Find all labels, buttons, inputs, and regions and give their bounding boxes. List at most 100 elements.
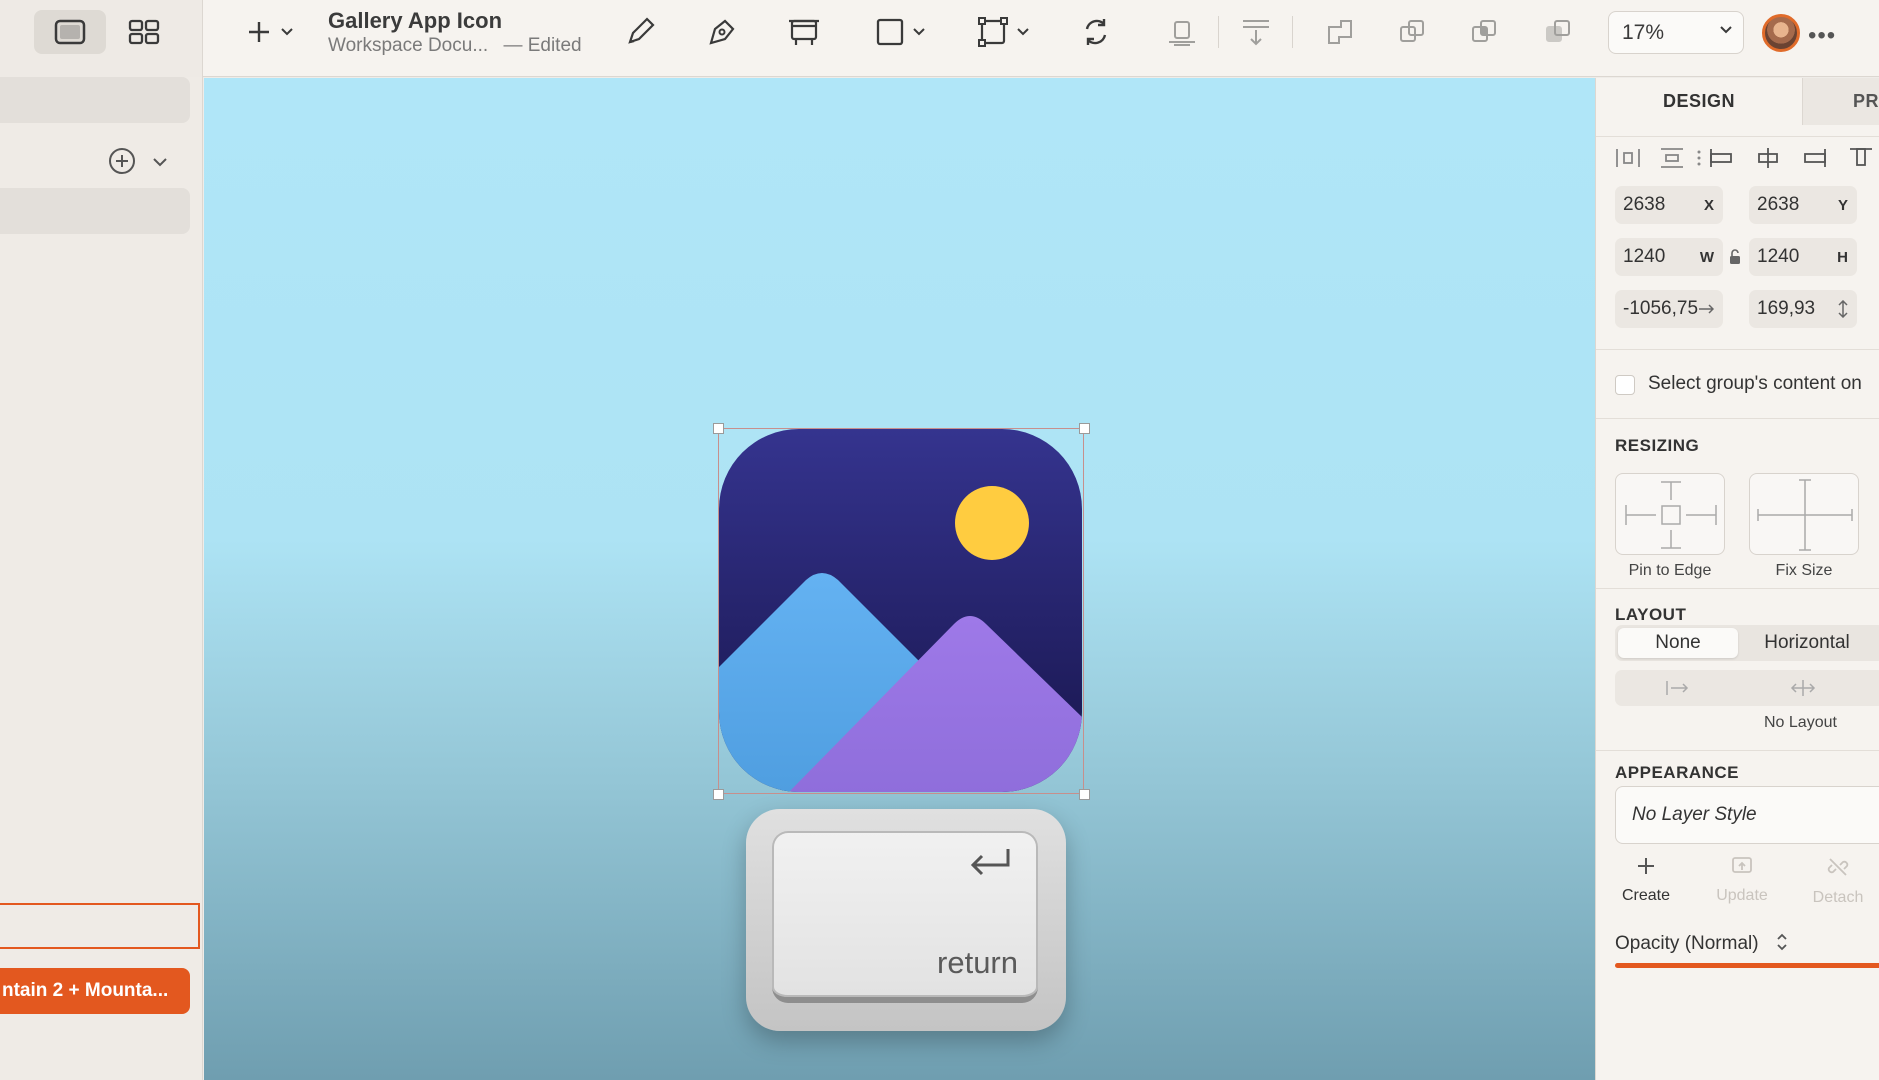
layer-style-select[interactable]: No Layer Style [1615,786,1879,844]
create-label: Create [1621,887,1671,904]
pin-edges-icon [1616,474,1724,556]
align-center-icon[interactable] [1755,147,1781,169]
zoom-select[interactable]: 17% [1608,11,1744,54]
fix-size-control[interactable] [1749,473,1859,555]
resize-handle-bottom-right[interactable] [1079,789,1090,800]
y-position-field[interactable]: 2638 Y [1749,186,1857,224]
union-button[interactable] [1318,12,1362,52]
select-group-content-checkbox[interactable] [1615,375,1635,395]
align-left-icon[interactable] [1708,147,1734,169]
insert-button[interactable] [240,12,300,52]
more-options-icon[interactable]: ••• [1808,22,1836,50]
spacing-start-icon[interactable] [1665,679,1691,697]
update-label: Update [1716,887,1768,904]
transform-tool-button[interactable] [973,12,1035,52]
up-down-chevron-icon [1776,933,1788,951]
tab-design[interactable]: DESIGN [1596,78,1802,125]
align-bottom-icon [1166,16,1198,48]
rotate-icon [1080,16,1112,48]
layout-mode-segmented: None Horizontal [1615,625,1879,661]
document-status: — Edited [503,35,582,56]
create-style-button[interactable]: Create [1606,856,1686,905]
subtract-button[interactable] [1390,12,1434,52]
user-avatar[interactable] [1762,14,1800,52]
resize-handle-top-right[interactable] [1079,423,1090,434]
rotate-button[interactable] [1074,12,1118,52]
intersect-button[interactable] [1462,12,1506,52]
resize-handle-top-left[interactable] [713,423,724,434]
chevron-down-icon [280,27,294,37]
return-key-label: return [937,945,1018,980]
top-toolbar: Gallery App Icon Workspace Docu... — Edi… [0,0,1879,77]
more-align-icon[interactable] [1696,147,1702,169]
width-field[interactable]: 1240 W [1615,238,1723,276]
height-field[interactable]: 1240 H [1749,238,1857,276]
layer-row-selected[interactable]: ntain 2 + Mounta... [0,968,190,1014]
layers-sidebar: ntain 2 + Mounta... [0,77,203,1080]
pencil-tool-button[interactable] [618,12,662,52]
return-arrow-icon [966,845,1014,885]
layout-section-title: LAYOUT [1615,605,1687,624]
difference-icon [1542,16,1574,48]
difference-button[interactable] [1536,12,1580,52]
divider [1596,588,1879,589]
artboard-tool-button[interactable] [782,12,826,52]
fix-size-icon [1750,474,1858,556]
lock-aspect-icon[interactable] [1728,248,1742,266]
pencil-icon [624,16,656,48]
toolbar-divider [1292,16,1293,48]
layout-none-option[interactable]: None [1618,628,1738,658]
resizing-section-title: RESIZING [1615,436,1700,455]
horizontal-arrows-icon [1698,304,1714,314]
h-value: 1240 [1757,246,1800,267]
sidebar-search-field[interactable] [0,77,190,123]
document-title[interactable]: Gallery App Icon [328,8,502,34]
canvas-view-button[interactable] [34,10,106,54]
grid-view-button[interactable] [108,10,180,54]
tab-prototype[interactable]: PR [1802,78,1879,125]
update-style-button[interactable]: Update [1702,856,1782,905]
divider [1596,349,1879,350]
offset-v-value: 169,93 [1757,298,1816,319]
pin-to-edge-control[interactable] [1615,473,1725,555]
design-canvas[interactable]: return [204,78,1595,1080]
pages-collapse-button[interactable] [152,157,168,168]
y-unit: Y [1837,196,1848,214]
shape-tool-button[interactable] [870,12,932,52]
offset-h-value: -1056,75 [1623,298,1699,319]
opacity-slider[interactable] [1615,963,1879,968]
resize-handle-bottom-left[interactable] [713,789,724,800]
canvas-view-icon [54,19,86,45]
chevron-down-icon [912,27,926,37]
w-value: 1240 [1623,246,1666,267]
h-unit: H [1837,248,1848,266]
plus-icon [1636,856,1656,876]
w-unit: W [1699,248,1714,266]
align-bottom-button[interactable] [1160,12,1204,52]
zoom-value: 17% [1622,20,1665,44]
align-right-icon[interactable] [1802,147,1828,169]
layer-row-hovered[interactable] [0,903,200,949]
x-value: 2638 [1623,194,1666,215]
distribute-icon [1240,16,1272,48]
chevron-down-icon [1719,25,1733,35]
layout-horizontal-option[interactable]: Horizontal [1742,628,1872,658]
vertical-offset-field[interactable]: 169,93 [1749,290,1857,328]
distribute-vertical-icon[interactable] [1659,147,1685,169]
opacity-blend-select[interactable]: Opacity (Normal) [1615,933,1788,955]
horizontal-offset-field[interactable]: -1056,75 [1615,290,1723,328]
select-group-content-label: Select group's content on [1648,373,1862,394]
distribute-button[interactable] [1234,12,1278,52]
sidebar-page-item[interactable] [0,188,190,234]
vector-tool-button[interactable] [700,12,744,52]
detach-style-button[interactable]: Detach [1798,856,1878,907]
pin-to-edge-label: Pin to Edge [1628,562,1712,579]
distribute-horizontal-icon[interactable] [1615,147,1641,169]
align-top-icon[interactable] [1848,147,1874,169]
divider [1596,418,1879,419]
add-page-button[interactable] [108,147,136,175]
return-key-overlay: return [746,809,1066,1031]
y-value: 2638 [1757,194,1800,215]
spacing-center-icon[interactable] [1790,679,1816,697]
x-position-field[interactable]: 2638 X [1615,186,1723,224]
